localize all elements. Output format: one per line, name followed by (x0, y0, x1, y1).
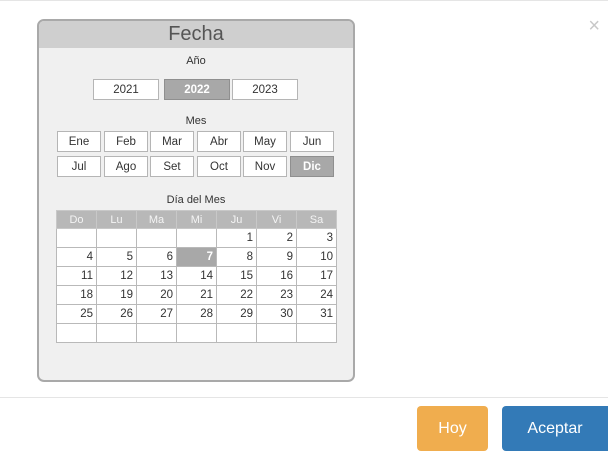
day-cell-empty (136, 323, 177, 343)
month-button-jun[interactable]: Jun (290, 131, 334, 152)
day-cell-15[interactable]: 15 (216, 266, 257, 286)
picker-title: Fecha (39, 21, 353, 48)
dialog-top-border (0, 0, 608, 1)
month-button-ene[interactable]: Ene (57, 131, 101, 152)
day-cell-1[interactable]: 1 (216, 228, 257, 248)
day-cell-empty (56, 228, 97, 248)
weekday-lu: Lu (96, 210, 137, 229)
day-cell-8[interactable]: 8 (216, 247, 257, 267)
day-cell-14[interactable]: 14 (176, 266, 217, 286)
day-cell-17[interactable]: 17 (296, 266, 337, 286)
weekday-vi: Vi (256, 210, 297, 229)
calendar-week-row: 18 19 20 21 22 23 24 (56, 285, 337, 305)
close-icon[interactable]: × (588, 16, 600, 36)
month-button-abr[interactable]: Abr (197, 131, 241, 152)
month-button-nov[interactable]: Nov (243, 156, 287, 177)
day-cell-30[interactable]: 30 (256, 304, 297, 324)
calendar-week-row (56, 323, 337, 343)
day-cell-27[interactable]: 27 (136, 304, 177, 324)
today-button[interactable]: Hoy (417, 406, 488, 451)
calendar-week-row: 25 26 27 28 29 30 31 (56, 304, 337, 324)
day-cell-20[interactable]: 20 (136, 285, 177, 305)
month-button-may[interactable]: May (243, 131, 287, 152)
weekday-sa: Sa (296, 210, 337, 229)
day-cell-empty (296, 323, 337, 343)
weekday-do: Do (56, 210, 97, 229)
day-cell-9[interactable]: 9 (256, 247, 297, 267)
day-cell-25[interactable]: 25 (56, 304, 97, 324)
year-label: Año (186, 55, 206, 67)
day-cell-26[interactable]: 26 (96, 304, 137, 324)
day-cell-24[interactable]: 24 (296, 285, 337, 305)
date-dialog: × Fecha Año 2021 2022 2023 Mes Ene Feb Mar Ab… (0, 0, 608, 455)
day-cell-empty (176, 323, 217, 343)
calendar-week-row: 4 5 6 7 8 9 10 (56, 247, 337, 267)
month-label: Mes (185, 115, 207, 127)
calendar-grid: Do Lu Ma Mi Ju Vi Sa 1 2 3 4 5 6 7 8 9 10 11 12 13 14 15 16 17… (56, 210, 337, 343)
day-cell-empty (176, 228, 217, 248)
month-button-set[interactable]: Set (150, 156, 194, 177)
weekday-header-row: Do Lu Ma Mi Ju Vi Sa (56, 210, 337, 229)
day-cell-5[interactable]: 5 (96, 247, 137, 267)
day-cell-empty (136, 228, 177, 248)
day-cell-28[interactable]: 28 (176, 304, 217, 324)
day-cell-13[interactable]: 13 (136, 266, 177, 286)
month-button-oct[interactable]: Oct (197, 156, 241, 177)
day-cell-empty (96, 228, 137, 248)
calendar-week-row: 123 (56, 228, 337, 248)
calendar-week-row: 11 12 13 14 15 16 17 (56, 266, 337, 286)
day-cell-empty (96, 323, 137, 343)
day-cell-18[interactable]: 18 (56, 285, 97, 305)
day-cell-2[interactable]: 2 (256, 228, 297, 248)
month-button-ago[interactable]: Ago (104, 156, 148, 177)
day-cell-16[interactable]: 16 (256, 266, 297, 286)
day-cell-19[interactable]: 19 (96, 285, 137, 305)
weekday-ju: Ju (216, 210, 257, 229)
day-cell-31[interactable]: 31 (296, 304, 337, 324)
day-cell-29[interactable]: 29 (216, 304, 257, 324)
weekday-mi: Mi (176, 210, 217, 229)
accept-button[interactable]: Aceptar (502, 406, 608, 451)
day-cell-3[interactable]: 3 (296, 228, 337, 248)
day-cell-7[interactable]: 7 (176, 247, 217, 267)
weekday-ma: Ma (136, 210, 177, 229)
day-cell-empty (256, 323, 297, 343)
year-button-2022[interactable]: 2022 (164, 79, 230, 100)
month-button-feb[interactable]: Feb (104, 131, 148, 152)
year-button-2021[interactable]: 2021 (93, 79, 159, 100)
day-cell-10[interactable]: 10 (296, 247, 337, 267)
day-cell-empty (216, 323, 257, 343)
day-cell-11[interactable]: 11 (56, 266, 97, 286)
day-cell-4[interactable]: 4 (56, 247, 97, 267)
date-picker: Fecha Año 2021 2022 2023 Mes Ene Feb Mar Abr M… (37, 19, 355, 382)
day-cell-22[interactable]: 22 (216, 285, 257, 305)
day-cell-12[interactable]: 12 (96, 266, 137, 286)
day-label: Día del Mes (166, 194, 226, 206)
day-cell-6[interactable]: 6 (136, 247, 177, 267)
month-button-jul[interactable]: Jul (57, 156, 101, 177)
month-button-mar[interactable]: Mar (150, 131, 194, 152)
year-button-2023[interactable]: 2023 (232, 79, 298, 100)
day-cell-21[interactable]: 21 (176, 285, 217, 305)
day-cell-23[interactable]: 23 (256, 285, 297, 305)
day-cell-empty (56, 323, 97, 343)
month-button-dic[interactable]: Dic (290, 156, 334, 177)
footer-divider (0, 397, 608, 398)
